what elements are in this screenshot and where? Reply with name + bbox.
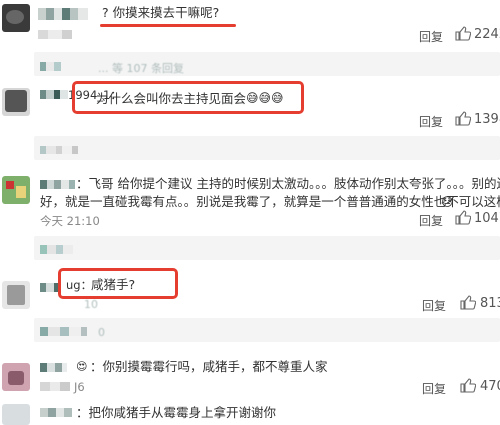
replies-count-fragment[interactable]: ... 等 107 条回复 [98, 60, 184, 76]
username-mosaic[interactable] [40, 90, 68, 99]
reply-button[interactable]: 回复 [419, 28, 443, 45]
like-count: 2242 [474, 27, 500, 42]
like-icon[interactable] [455, 210, 471, 225]
timestamp-mosaic [40, 382, 70, 391]
replies-preview[interactable] [34, 136, 500, 160]
reply-button[interactable]: 回复 [419, 212, 443, 229]
username-mosaic[interactable] [40, 283, 60, 292]
reply-button[interactable]: 回复 [419, 113, 443, 130]
like-icon[interactable] [460, 378, 476, 393]
meta-mosaic [38, 30, 72, 39]
like-count: 1047 [474, 211, 500, 226]
like-count: 470 [480, 379, 500, 394]
like-icon[interactable] [455, 26, 471, 41]
replies-preview[interactable] [34, 236, 500, 260]
username-mosaic[interactable] [38, 8, 88, 20]
highlight-box [58, 268, 178, 299]
avatar[interactable] [2, 281, 30, 309]
reply-mosaic [40, 62, 61, 71]
emoji-sweat: 😓 [441, 195, 454, 209]
replies-count-fragment[interactable]: 0 [98, 326, 105, 339]
reply-button[interactable]: 回复 [422, 297, 446, 314]
comment-text: ：你别摸霉霉行吗，咸猪手，都不尊重人家 [90, 359, 328, 374]
timestamp-fragment: 10 [84, 298, 98, 311]
reply-mosaic [40, 146, 78, 154]
like-count: 813 [480, 296, 500, 311]
like-count: 1398 [474, 112, 500, 127]
timestamp-fragment: J6 [74, 380, 85, 394]
avatar[interactable] [2, 4, 30, 32]
highlight-underline [100, 24, 236, 27]
comment-text: ? 你摸来摸去干嘛呢? [102, 5, 220, 20]
emoji-heart-eyes: 😍 [76, 360, 88, 373]
username-mosaic[interactable] [40, 180, 75, 189]
comment-text-line1: ：飞哥 给你提个建议 主持的时候别太激动。。。肢体动作别太夸张了。。。别的还 [76, 176, 500, 191]
timestamp: 今天 21:10 [40, 214, 100, 228]
like-icon[interactable] [455, 111, 471, 126]
like-icon[interactable] [460, 295, 476, 310]
avatar[interactable] [2, 88, 30, 116]
comment-text: ：把你咸猪手从霉霉身上拿开谢谢你 [76, 405, 277, 420]
comment-text-line2: 好，就是一直碰我霉有点。。别说是我霉了，就算是一个普普通通的女性也不可以这样 [40, 194, 500, 209]
reply-mosaic [40, 327, 87, 336]
highlight-box [72, 81, 304, 114]
reply-button[interactable]: 回复 [422, 380, 446, 397]
username-mosaic[interactable] [40, 408, 72, 417]
username-mosaic[interactable] [40, 363, 67, 372]
reply-mosaic [40, 245, 73, 254]
avatar[interactable] [2, 176, 30, 204]
avatar[interactable] [2, 404, 30, 425]
avatar[interactable] [2, 363, 30, 391]
